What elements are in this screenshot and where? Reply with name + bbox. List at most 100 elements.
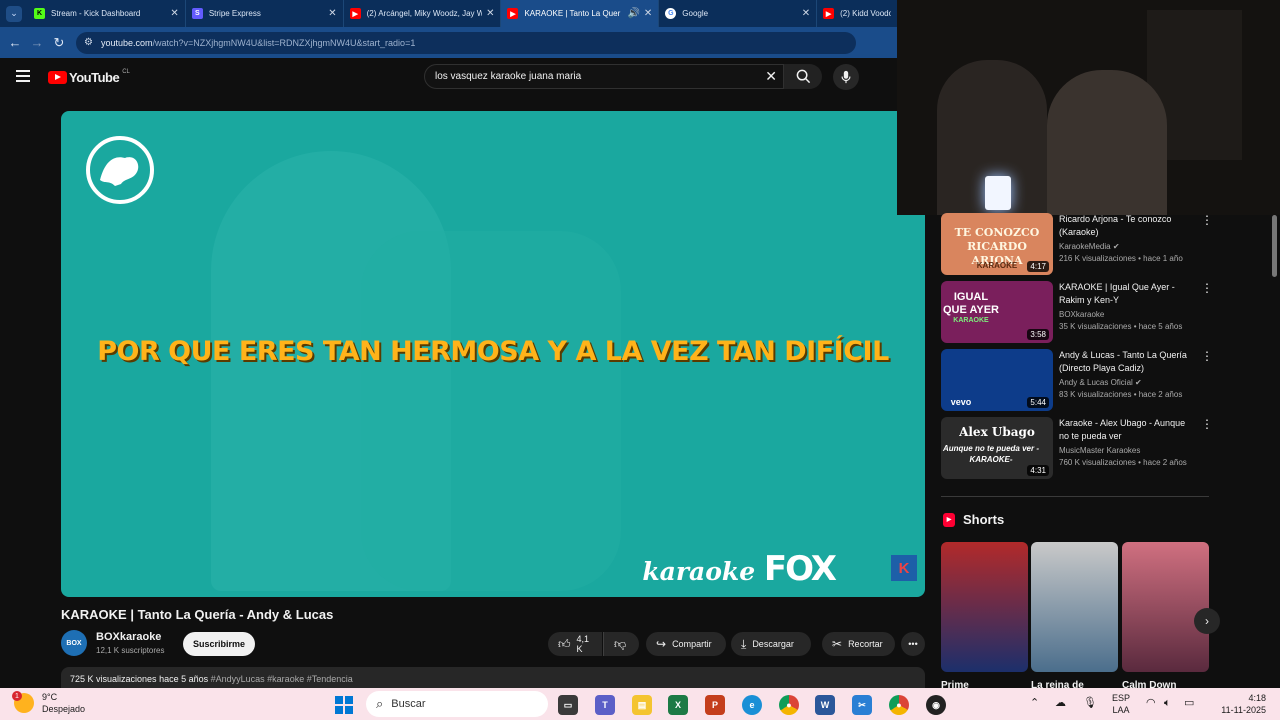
edge-icon[interactable]: e: [742, 695, 762, 715]
search-placeholder: Buscar: [391, 698, 426, 710]
close-tab-icon[interactable]: ✕: [328, 8, 336, 19]
obs-icon[interactable]: ◉: [926, 695, 946, 715]
chevron-right-icon[interactable]: ›: [1194, 608, 1220, 634]
share-icon: ↪: [656, 637, 667, 651]
more-vertical-icon[interactable]: ⋮: [1201, 349, 1213, 363]
close-tab-icon[interactable]: ✕: [486, 8, 494, 19]
related-title[interactable]: Andy & Lucas - Tanto La Quería (Directo …: [1059, 349, 1194, 375]
scissors-icon: ✂: [832, 637, 843, 651]
search-input[interactable]: los vasquez karaoke juana maria ✕: [424, 64, 784, 89]
scrollbar-thumb[interactable]: [1272, 215, 1277, 277]
channel-name[interactable]: BOXkaraoke: [96, 631, 161, 643]
tab-kick[interactable]: K Stream - Kick Dashboard ✕: [28, 0, 186, 27]
related-title[interactable]: Karaoke - Alex Ubago - Aunque no te pued…: [1059, 417, 1194, 443]
audio-playing-icon[interactable]: 🔊: [627, 8, 639, 19]
chrome-profile-icon[interactable]: ●: [889, 695, 909, 715]
tab-karaoke-active[interactable]: ▶ KARAOKE | Tanto La Quer 🔊 ✕: [501, 0, 660, 27]
brand-small: karaoke: [642, 557, 756, 586]
tab-stripe[interactable]: S Stripe Express ✕: [186, 0, 344, 27]
thumbnail-subtext: KARAOKE: [953, 317, 989, 324]
more-vertical-icon[interactable]: ⋮: [1201, 417, 1213, 431]
word-icon[interactable]: W: [815, 695, 835, 715]
video-thumbnail[interactable]: IGUAL QUE AYER KARAOKE 3:58: [941, 281, 1053, 343]
back-arrow-icon[interactable]: ←: [4, 35, 26, 50]
more-vertical-icon[interactable]: ⋮: [1201, 281, 1213, 295]
microphone-icon[interactable]: 🎙︎: [1083, 697, 1097, 709]
channel-avatar[interactable]: BOX: [61, 630, 87, 656]
snipping-tool-icon[interactable]: ✂: [852, 695, 872, 715]
thumbs-up-icon: 👍︎: [558, 636, 571, 651]
country-code: CL: [122, 68, 130, 75]
close-tab-icon[interactable]: ✕: [170, 8, 178, 19]
teams-icon[interactable]: T: [595, 695, 615, 715]
taskbar-search[interactable]: ⌕ Buscar: [366, 691, 548, 717]
tab-kidd-voodoo[interactable]: ▶ (2) Kidd Voodoo: [817, 0, 897, 27]
share-button[interactable]: ↪ Compartir: [646, 632, 726, 656]
short-thumbnail[interactable]: [1122, 542, 1209, 672]
dislike-button[interactable]: 👎︎: [603, 632, 639, 656]
weather-widget[interactable]: 1 9°C Despejado: [12, 691, 85, 715]
clear-search-icon[interactable]: ✕: [765, 68, 777, 85]
task-view-icon[interactable]: ▭: [558, 695, 578, 715]
related-channel[interactable]: KaraokeMedia: [1059, 242, 1111, 251]
video-thumbnail[interactable]: TE CONOZCO RICARDO ARJONA KARAOKE 4:17: [941, 213, 1053, 275]
logo-text: YouTube: [69, 70, 120, 85]
excel-icon[interactable]: X: [668, 695, 688, 715]
show-hidden-icons-icon[interactable]: ⌃: [1030, 697, 1039, 709]
related-title[interactable]: KARAOKE | Igual Que Ayer - Rakim y Ken-Y: [1059, 281, 1194, 307]
windows-start-icon[interactable]: [335, 696, 353, 714]
like-button[interactable]: 👍︎ 4,1 K: [548, 632, 602, 656]
share-label: Compartir: [672, 639, 712, 649]
more-vertical-icon[interactable]: ⋮: [1201, 213, 1213, 227]
like-count: 4,1 K: [576, 634, 590, 654]
video-thumbnail[interactable]: vevo 5:44: [941, 349, 1053, 411]
close-tab-icon[interactable]: ✕: [802, 8, 810, 19]
powerpoint-icon[interactable]: P: [705, 695, 725, 715]
search-button[interactable]: [784, 64, 822, 89]
clip-label: Recortar: [848, 639, 883, 649]
related-title[interactable]: Ricardo Arjona - Te conozco (Karaoke): [1059, 213, 1194, 239]
related-channel[interactable]: Andy & Lucas Oficial: [1059, 378, 1133, 387]
more-actions-button[interactable]: •••: [901, 632, 925, 656]
wifi-icon[interactable]: ◠: [1146, 697, 1156, 709]
volume-icon[interactable]: 🔈︎: [1164, 697, 1171, 709]
reload-icon[interactable]: ↻: [48, 35, 70, 51]
video-player[interactable]: POR QUE ERES TAN HERMOSA Y A LA VEZ TAN …: [61, 111, 925, 597]
youtube-logo[interactable]: YouTube CL: [48, 68, 130, 85]
subscriber-count: 12,1 K suscriptores: [96, 646, 165, 655]
voice-search-button[interactable]: [833, 64, 859, 90]
youtube-favicon-icon: ▶: [823, 8, 835, 19]
clip-button[interactable]: ✂ Recortar: [822, 632, 895, 656]
related-channel[interactable]: MusicMaster Karaokes: [1059, 446, 1140, 455]
tab-title: Google: [682, 9, 709, 18]
onedrive-icon[interactable]: ☁: [1055, 697, 1066, 709]
language-indicator[interactable]: ESP LAA: [1112, 692, 1130, 716]
tab-search-icon[interactable]: ⌄: [6, 5, 22, 22]
clock[interactable]: 4:18 11-11-2025: [1212, 692, 1266, 716]
vevo-logo: vevo: [950, 397, 972, 407]
hashtags[interactable]: #AndyyLucas #karaoke #Tendencia: [211, 674, 353, 684]
thumbs-down-icon: 👎︎: [614, 636, 627, 651]
video-thumbnail[interactable]: Alex Ubago Aunque no te pueda ver -KARAO…: [941, 417, 1053, 479]
thumbnail-text: Alex Ubago: [959, 425, 1035, 439]
keyboard-layout: LAA: [1112, 705, 1130, 715]
forward-arrow-icon[interactable]: →: [26, 35, 48, 50]
tab-arcangel[interactable]: ▶ (2) Arcángel, Miky Woodz, Jay W ✕: [344, 0, 502, 27]
glowing-cup: [985, 176, 1011, 210]
chrome-icon[interactable]: ●: [779, 695, 799, 715]
channel-watermark-icon: [86, 136, 154, 204]
site-info-icon[interactable]: ⚙: [84, 37, 93, 48]
download-button[interactable]: ⤓ Descargar: [731, 632, 811, 656]
file-explorer-icon[interactable]: ▤: [632, 695, 652, 715]
shorts-icon: ▶: [943, 512, 955, 527]
battery-icon[interactable]: ▭: [1184, 697, 1194, 709]
short-thumbnail[interactable]: [1031, 542, 1118, 672]
tab-google[interactable]: G Google ✕: [659, 0, 818, 27]
related-channel[interactable]: BOXkaraoke: [1059, 310, 1104, 319]
subscribe-button[interactable]: Suscribirme: [183, 632, 255, 656]
url-field[interactable]: ⚙ youtube.com/watch?v=NZXjhgmNW4U&list=R…: [76, 31, 856, 54]
close-tab-icon[interactable]: ✕: [644, 8, 652, 19]
short-thumbnail[interactable]: [941, 542, 1028, 672]
menu-icon[interactable]: [16, 70, 30, 85]
youtube-play-icon: [48, 71, 67, 84]
